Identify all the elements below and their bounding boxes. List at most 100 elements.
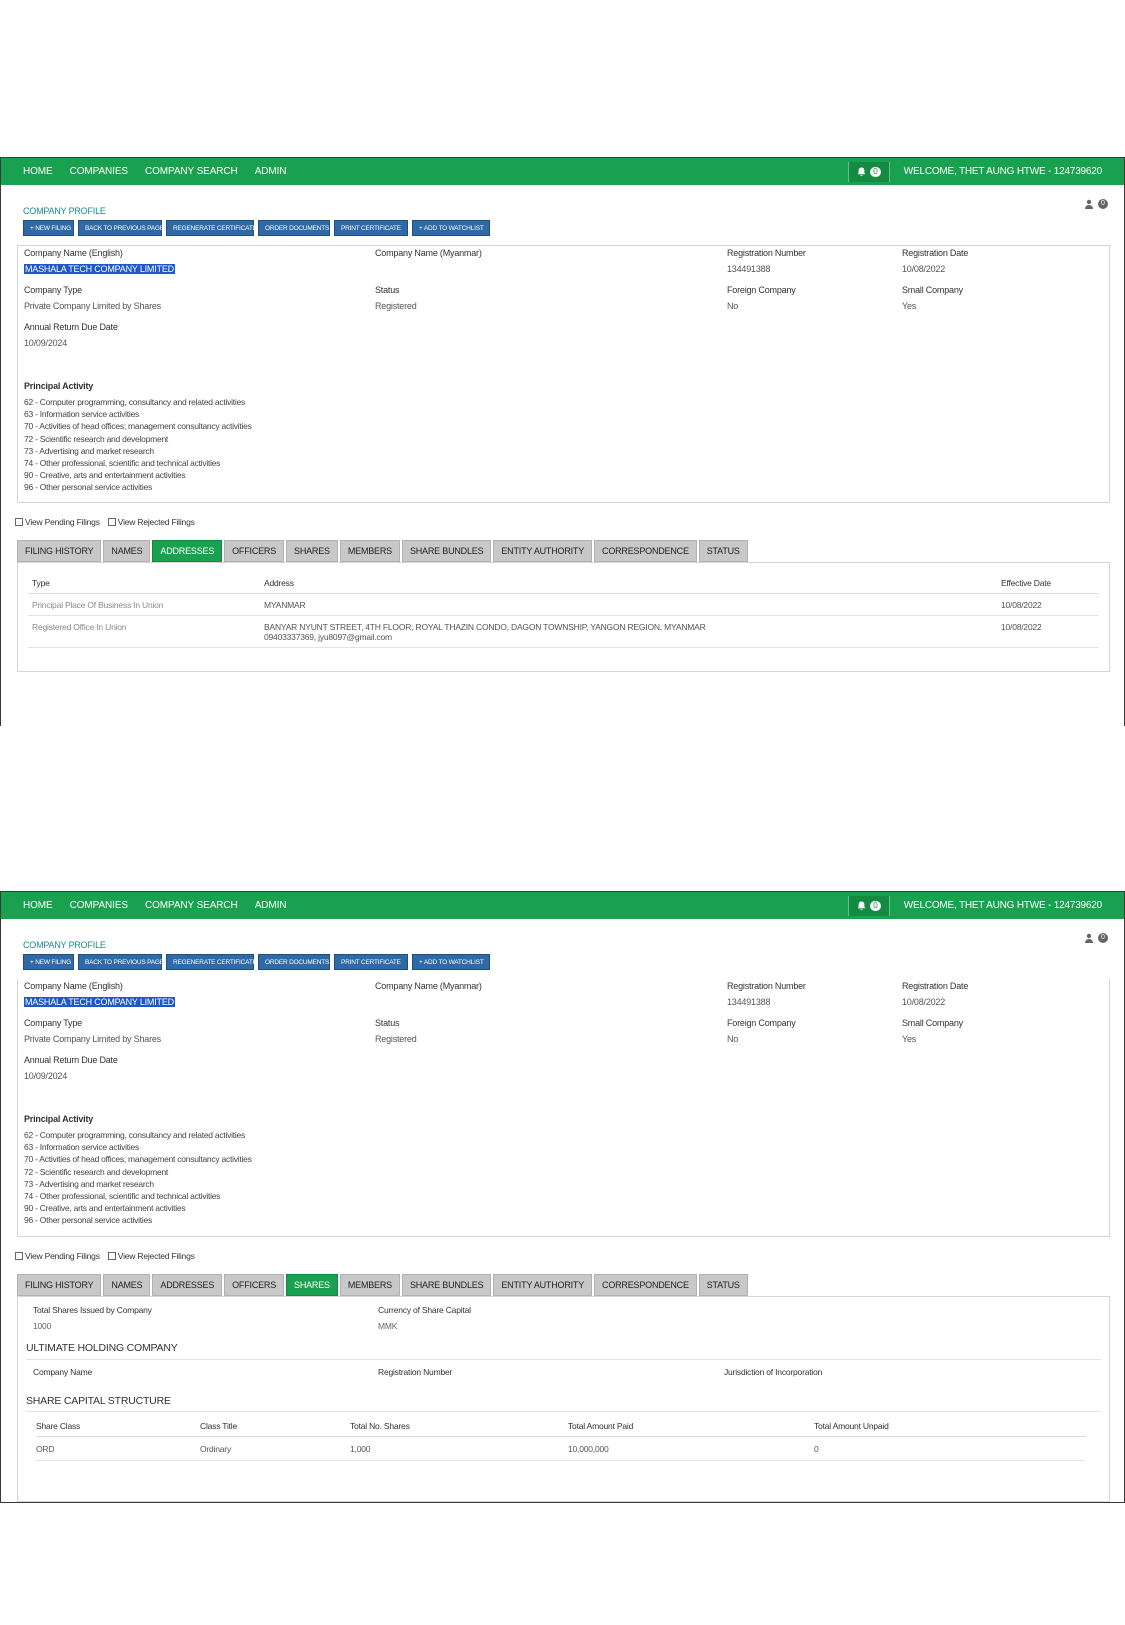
profile-header: COMPANY PROFILE 0 + NEW FILING BACK TO P… [1, 919, 1124, 979]
tab-filing-history[interactable]: FILING HISTORY [17, 1274, 102, 1296]
bell-icon [858, 167, 866, 176]
screenshot-addresses: HOME COMPANIES COMPANY SEARCH ADMIN 0 WE… [0, 157, 1125, 726]
addresses-panel: Type Address Effective Date Principal Pl… [17, 562, 1110, 672]
action-buttons: + NEW FILING BACK TO PREVIOUS PAGE REGEN… [23, 220, 490, 236]
new-filing-button[interactable]: + NEW FILING [23, 220, 74, 236]
tab-officers[interactable]: OFFICERS [224, 540, 285, 562]
field-total-shares: Total Shares Issued by Company 1000 [33, 1305, 152, 1331]
list-item: 73 - Advertising and market research [24, 445, 154, 456]
table-header-row: Type Address Effective Date [28, 572, 1099, 594]
principal-activity-list: 62 - Computer programming, consultancy a… [24, 1129, 252, 1227]
tab-filing-history[interactable]: FILING HISTORY [17, 540, 102, 562]
tab-addresses[interactable]: ADDRESSES [152, 1274, 223, 1296]
view-rejected-checkbox[interactable]: View Rejected Filings [107, 1251, 195, 1261]
print-certificate-button[interactable]: PRINT CERTIFICATE [334, 954, 408, 970]
regenerate-certificate-button[interactable]: REGENERATE CERTIFICATE [166, 220, 257, 236]
add-to-watchlist-button[interactable]: + ADD TO WATCHLIST [412, 220, 490, 236]
order-documents-button[interactable]: ORDER DOCUMENTS [258, 954, 330, 970]
back-button[interactable]: BACK TO PREVIOUS PAGE [78, 954, 164, 970]
checkbox-icon [107, 1252, 116, 1260]
field-reg-no: Registration Number 134491388 [727, 248, 806, 274]
user-icon[interactable] [1084, 199, 1094, 209]
bell-icon [858, 901, 866, 910]
tab-names[interactable]: NAMES [103, 1274, 151, 1296]
regenerate-certificate-button[interactable]: REGENERATE CERTIFICATE [166, 954, 257, 970]
field-foreign: Foreign Company No [727, 285, 796, 311]
notifications-button[interactable]: 0 [848, 161, 890, 182]
table-row[interactable]: Principal Place Of Business In Union MYA… [28, 593, 1099, 616]
nav-company-search[interactable]: COMPANY SEARCH [145, 900, 238, 911]
field-annual-return: Annual Return Due Date 10/09/2024 [24, 322, 118, 348]
profile-tabs: FILING HISTORY NAMES ADDRESSES OFFICERS … [17, 540, 748, 562]
company-name-en[interactable]: MASHALA TECH COMPANY LIMITED [24, 997, 175, 1007]
welcome-user[interactable]: WELCOME, THET AUNG HTWE - 124739620 [904, 166, 1102, 177]
tab-correspondence[interactable]: CORRESPONDENCE [594, 1274, 697, 1296]
col-address: Address [260, 572, 997, 594]
tab-share-bundles[interactable]: SHARE BUNDLES [401, 1274, 492, 1296]
page-title: COMPANY PROFILE [23, 940, 106, 950]
tab-members[interactable]: MEMBERS [339, 1274, 400, 1296]
table-row[interactable]: Registered Office In Union BANYAR NYUNT … [28, 615, 1099, 648]
scs-title: SHARE CAPITAL STRUCTURE [26, 1395, 171, 1407]
nav-companies[interactable]: COMPANIES [70, 900, 128, 911]
welcome-user[interactable]: WELCOME, THET AUNG HTWE - 124739620 [904, 900, 1102, 911]
nav-home[interactable]: HOME [23, 166, 53, 177]
field-name-en: Company Name (English) MASHALA TECH COMP… [24, 248, 175, 274]
list-item: 63 - Information service activities [24, 1142, 140, 1153]
action-buttons: + NEW FILING BACK TO PREVIOUS PAGE REGEN… [23, 954, 490, 970]
tab-shares[interactable]: SHARES [286, 540, 338, 562]
field-name-en: Company Name (English) MASHALA TECH COMP… [24, 981, 175, 1007]
tab-status[interactable]: STATUS [698, 540, 748, 562]
back-button[interactable]: BACK TO PREVIOUS PAGE [78, 220, 164, 236]
principal-activity-list: 62 - Computer programming, consultancy a… [24, 396, 252, 494]
divider [26, 1359, 1101, 1360]
tab-entity-authority[interactable]: ENTITY AUTHORITY [493, 540, 593, 562]
tab-members[interactable]: MEMBERS [339, 540, 400, 562]
list-item: 74 - Other professional, scientific and … [24, 458, 221, 469]
col-effective-date: Effective Date [997, 572, 1099, 594]
list-item: 70 - Activities of head offices; managem… [24, 421, 252, 432]
field-status: Status Registered [375, 285, 417, 311]
user-icon[interactable] [1084, 933, 1094, 943]
view-pending-checkbox[interactable]: View Pending Filings [15, 517, 100, 527]
field-foreign: Foreign Company No [727, 1018, 796, 1044]
addresses-table: Type Address Effective Date Principal Pl… [28, 572, 1099, 648]
checkbox-icon [107, 518, 116, 526]
tab-entity-authority[interactable]: ENTITY AUTHORITY [493, 1274, 593, 1296]
col-type: Type [28, 572, 260, 594]
list-item: 62 - Computer programming, consultancy a… [24, 397, 245, 407]
notifications-button[interactable]: 0 [848, 895, 890, 916]
tab-share-bundles[interactable]: SHARE BUNDLES [401, 540, 492, 562]
tab-correspondence[interactable]: CORRESPONDENCE [594, 540, 697, 562]
nav-company-search[interactable]: COMPANY SEARCH [145, 166, 238, 177]
view-pending-checkbox[interactable]: View Pending Filings [15, 1251, 100, 1261]
nav-companies[interactable]: COMPANIES [70, 166, 128, 177]
add-to-watchlist-button[interactable]: + ADD TO WATCHLIST [412, 954, 490, 970]
top-navbar: HOME COMPANIES COMPANY SEARCH ADMIN 0 WE… [1, 892, 1124, 919]
profile-header: COMPANY PROFILE 0 + NEW FILING BACK TO P… [1, 185, 1124, 245]
field-reg-no: Registration Number 134491388 [727, 981, 806, 1007]
info-count-icon[interactable]: 0 [1098, 933, 1108, 943]
order-documents-button[interactable]: ORDER DOCUMENTS [258, 220, 330, 236]
new-filing-button[interactable]: + NEW FILING [23, 954, 74, 970]
table-row[interactable]: ORD Ordinary 1,000 10,000,000 0 [36, 1436, 1086, 1461]
company-name-en[interactable]: MASHALA TECH COMPANY LIMITED [24, 264, 175, 274]
info-count-icon[interactable]: 0 [1098, 199, 1108, 209]
print-certificate-button[interactable]: PRINT CERTIFICATE [334, 220, 408, 236]
list-item: 74 - Other professional, scientific and … [24, 1191, 221, 1202]
list-item: 62 - Computer programming, consultancy a… [24, 1130, 245, 1140]
tab-status[interactable]: STATUS [698, 1274, 748, 1296]
nav-admin[interactable]: ADMIN [255, 166, 287, 177]
tab-names[interactable]: NAMES [103, 540, 151, 562]
list-item: 72 - Scientific research and development [24, 1166, 169, 1177]
tab-shares[interactable]: SHARES [286, 1274, 338, 1296]
list-item: 72 - Scientific research and development [24, 433, 169, 444]
view-rejected-checkbox[interactable]: View Rejected Filings [107, 517, 195, 527]
nav-home[interactable]: HOME [23, 900, 53, 911]
divider [26, 1411, 1101, 1412]
nav-admin[interactable]: ADMIN [255, 900, 287, 911]
tab-officers[interactable]: OFFICERS [224, 1274, 285, 1296]
tab-addresses[interactable]: ADDRESSES [152, 540, 223, 562]
shares-panel: Total Shares Issued by Company 1000 Curr… [17, 1296, 1110, 1502]
uhc-col-company-name: Company Name [33, 1367, 93, 1377]
